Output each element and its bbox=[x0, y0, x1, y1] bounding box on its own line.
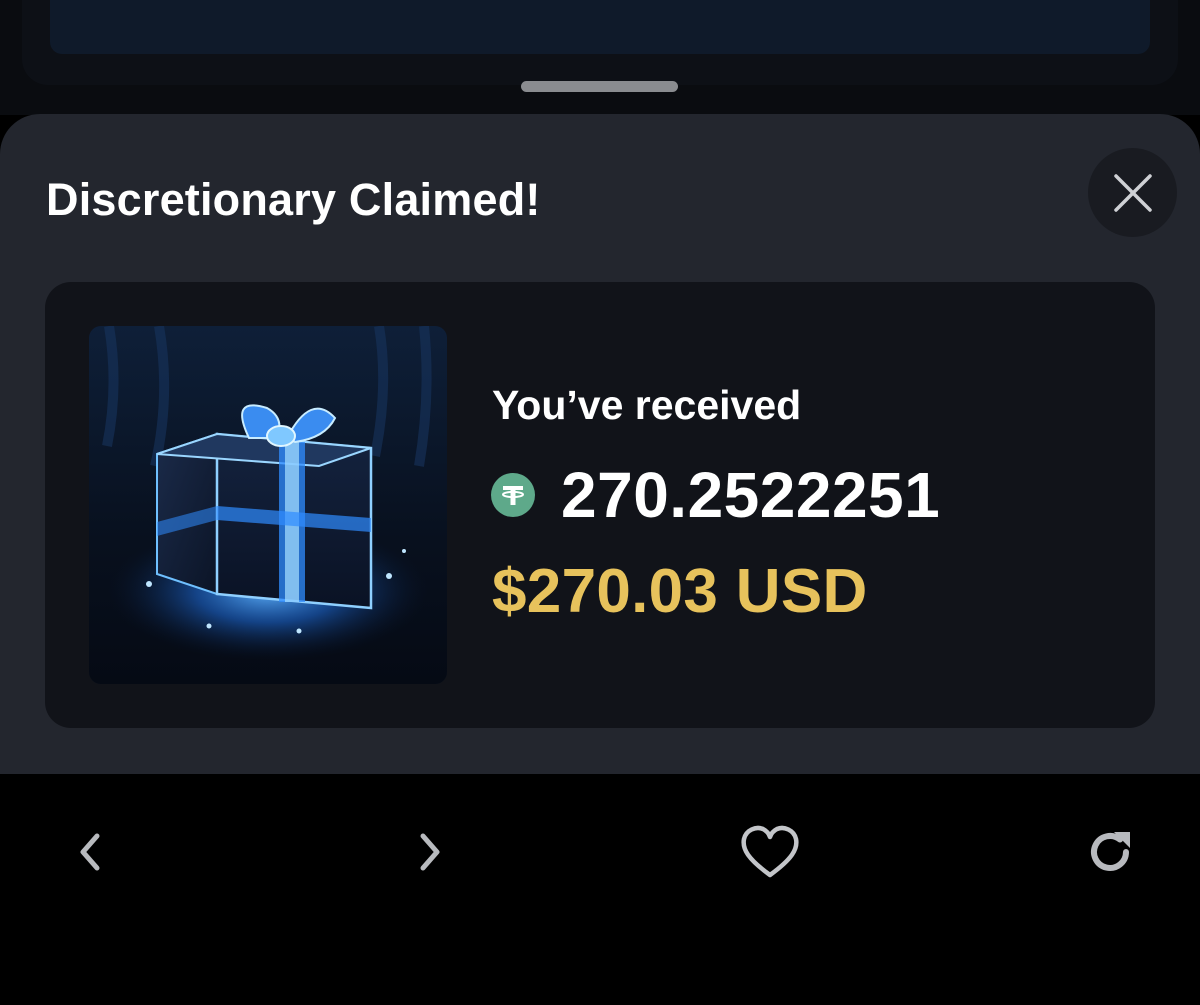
background-app bbox=[0, 0, 1200, 115]
tether-usdt-icon bbox=[491, 473, 535, 517]
chevron-right-icon bbox=[420, 833, 440, 871]
close-button[interactable] bbox=[1088, 148, 1177, 237]
received-label: You’ve received bbox=[492, 382, 802, 428]
claim-bottom-sheet: Discretionary Claimed! You’ve received 2… bbox=[0, 114, 1200, 774]
browser-toolbar bbox=[0, 774, 1200, 1005]
sheet-title: Discretionary Claimed! bbox=[46, 174, 541, 225]
close-icon bbox=[1113, 173, 1152, 212]
forward-button[interactable] bbox=[400, 822, 460, 882]
reload-icon bbox=[1091, 832, 1130, 871]
token-amount-row: 270.2522251 bbox=[491, 459, 941, 531]
token-amount: 270.2522251 bbox=[561, 459, 941, 531]
back-button[interactable] bbox=[60, 822, 120, 882]
background-panel bbox=[50, 0, 1150, 54]
reload-button[interactable] bbox=[1080, 822, 1140, 882]
sheet-drag-handle[interactable] bbox=[521, 81, 678, 92]
heart-icon bbox=[741, 825, 799, 878]
reward-card: You’ve received 270.2522251 $270.03 USD bbox=[45, 282, 1155, 728]
chevron-left-icon bbox=[80, 833, 100, 871]
usd-amount: $270.03 USD bbox=[492, 557, 868, 626]
gift-box-image bbox=[89, 326, 447, 684]
page: Discretionary Claimed! You’ve received 2… bbox=[0, 0, 1200, 1005]
favorite-button[interactable] bbox=[740, 822, 800, 882]
